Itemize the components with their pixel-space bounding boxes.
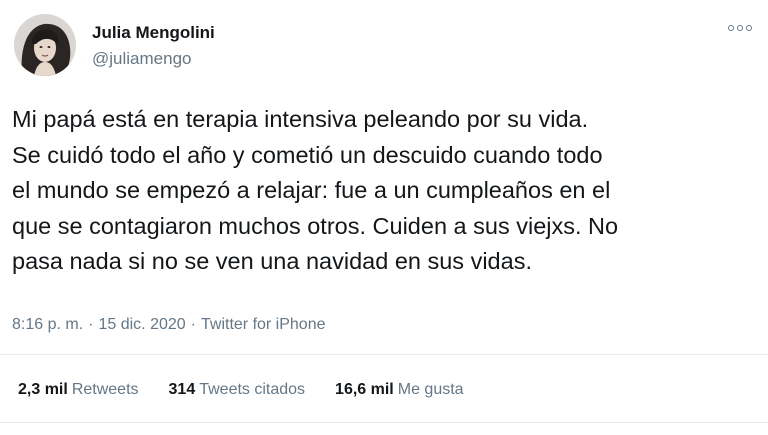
tweet-date-link[interactable]: 15 dic. 2020	[98, 316, 185, 333]
divider	[0, 422, 768, 423]
quotes-count: 314	[168, 381, 196, 398]
tweet-text-line: que se contagiaron muchos otros. Cuiden …	[12, 212, 619, 239]
quotes-stat[interactable]: 314 Tweets citados	[169, 380, 306, 400]
retweets-count: 2,3 mil	[18, 381, 68, 398]
avatar-image	[14, 14, 76, 76]
tweet-meta: 8:16 p. m. · 15 dic. 2020 · Twitter for iPho…	[12, 315, 326, 335]
more-dot	[728, 25, 734, 31]
likes-count: 16,6 mil	[335, 381, 394, 398]
tweet-text-line: pasa nada si no se ven una navidad en su…	[12, 248, 532, 274]
quotes-label: Tweets citados	[199, 381, 306, 398]
tweet-stats: 2,3 mil Retweets 314 Tweets citados 16,6 m…	[18, 380, 464, 400]
tweet-source-link[interactable]: Twitter for iPhone	[201, 316, 326, 333]
tweet-text-line: Se cuidó todo el año y cometió un descui…	[12, 141, 603, 168]
avatar[interactable]	[14, 14, 76, 76]
more-dot	[737, 25, 743, 31]
tweet-time-link[interactable]: 8:16 p. m.	[12, 316, 83, 333]
divider	[0, 354, 768, 355]
meta-separator: ·	[190, 316, 196, 333]
retweets-label: Retweets	[71, 381, 139, 398]
author-handle[interactable]: @juliamengo	[92, 49, 191, 69]
author-display-name[interactable]: Julia Mengolini	[92, 23, 215, 43]
tweet-text-line: el mundo se empezó a relajar: fue a un c…	[12, 177, 611, 203]
tweet-text: Mi papá está en terapia intensiva pelean…	[12, 102, 752, 280]
meta-separator: ·	[88, 316, 94, 333]
tweet-card: Julia Mengolini @juliamengo Mi papá está…	[0, 0, 768, 435]
retweets-stat[interactable]: 2,3 mil Retweets	[18, 380, 139, 400]
likes-label: Me gusta	[397, 381, 464, 398]
more-dot	[746, 25, 752, 31]
tweet-text-line: Mi papá está en terapia intensiva pelean…	[12, 106, 589, 132]
likes-stat[interactable]: 16,6 mil Me gusta	[335, 380, 464, 400]
more-options-icon[interactable]	[728, 25, 752, 31]
